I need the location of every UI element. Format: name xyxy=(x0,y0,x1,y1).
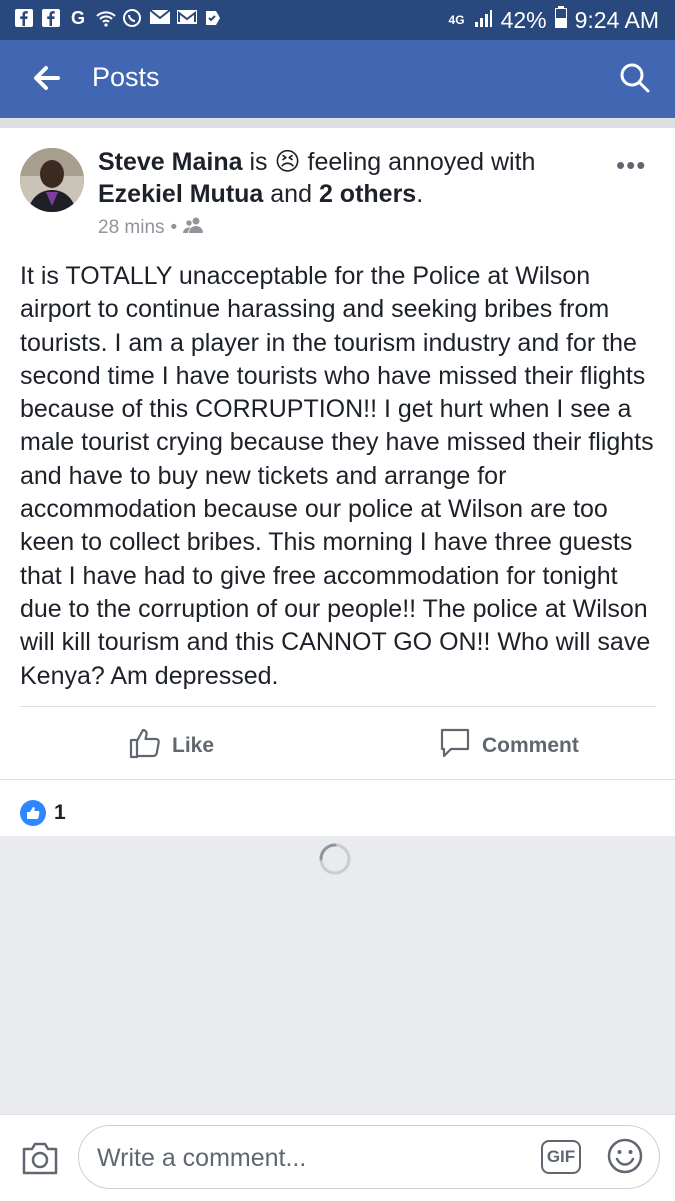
page-title: Posts xyxy=(92,62,160,92)
mail-icon xyxy=(149,8,171,28)
whatsapp-icon xyxy=(122,8,142,28)
comment-composer: GIF xyxy=(0,1114,675,1201)
system-status: 4G 42% 9:24 AM xyxy=(449,6,659,34)
comment-input-box[interactable]: GIF xyxy=(78,1125,660,1189)
header-period: . xyxy=(416,180,424,208)
like-reaction-icon xyxy=(20,800,46,826)
battery-icon xyxy=(554,6,567,34)
is-text: is xyxy=(249,148,268,176)
like-button[interactable]: Like xyxy=(128,726,214,766)
reaction-summary[interactable]: 1 xyxy=(20,800,66,826)
gif-button[interactable]: GIF xyxy=(541,1140,581,1174)
feeling-text: feeling annoyed with xyxy=(307,148,536,176)
clock: 9:24 AM xyxy=(574,6,659,33)
post-time[interactable]: 28 mins xyxy=(98,217,165,239)
arrow-left-icon[interactable] xyxy=(28,60,64,96)
comments-loading-area xyxy=(0,836,675,1114)
friends-icon xyxy=(183,216,205,240)
feeling-emoji: 😣 xyxy=(274,148,301,176)
wifi-icon xyxy=(95,8,116,28)
google-icon: G xyxy=(70,8,85,28)
notification-icons: G xyxy=(14,8,223,28)
like-label: Like xyxy=(172,734,215,757)
comment-label: Comment xyxy=(482,734,579,757)
post-body: It is TOTALLY unacceptable for the Polic… xyxy=(20,262,654,690)
status-bar: G 4G 42% 9:24 AM xyxy=(0,0,675,40)
check-icon xyxy=(203,8,223,28)
avatar[interactable] xyxy=(20,148,84,212)
author-name[interactable]: Steve Maina xyxy=(98,148,243,176)
comment-button[interactable]: Comment xyxy=(438,726,579,766)
battery-percent: 42% xyxy=(500,6,547,33)
feed-separator xyxy=(0,118,675,128)
divider xyxy=(0,779,675,780)
network-type: 4G xyxy=(448,13,465,27)
meta-dot: • xyxy=(170,217,178,238)
comment-input[interactable] xyxy=(95,1140,519,1176)
divider xyxy=(20,706,656,707)
tagged-others[interactable]: 2 others xyxy=(319,180,416,208)
comment-icon xyxy=(438,726,472,766)
facebook-icon xyxy=(41,8,61,28)
facebook-icon xyxy=(14,8,34,28)
search-icon[interactable] xyxy=(619,62,651,94)
reaction-count: 1 xyxy=(54,801,66,824)
tagged-person[interactable]: Ezekiel Mutua xyxy=(98,180,263,208)
smiley-icon[interactable] xyxy=(607,1138,643,1174)
gmail-icon xyxy=(176,8,197,28)
post-header: Steve Maina is 😣 feeling annoyed with Ez… xyxy=(98,146,568,210)
app-bar: Posts xyxy=(0,40,675,118)
camera-icon[interactable] xyxy=(20,1139,60,1177)
more-options-button[interactable]: ••• xyxy=(616,150,646,181)
thumbs-up-icon xyxy=(128,726,162,766)
loading-spinner-icon xyxy=(318,842,352,876)
signal-icon xyxy=(473,7,493,34)
and-text: and xyxy=(270,180,312,208)
post-meta: 28 mins • xyxy=(98,216,205,240)
